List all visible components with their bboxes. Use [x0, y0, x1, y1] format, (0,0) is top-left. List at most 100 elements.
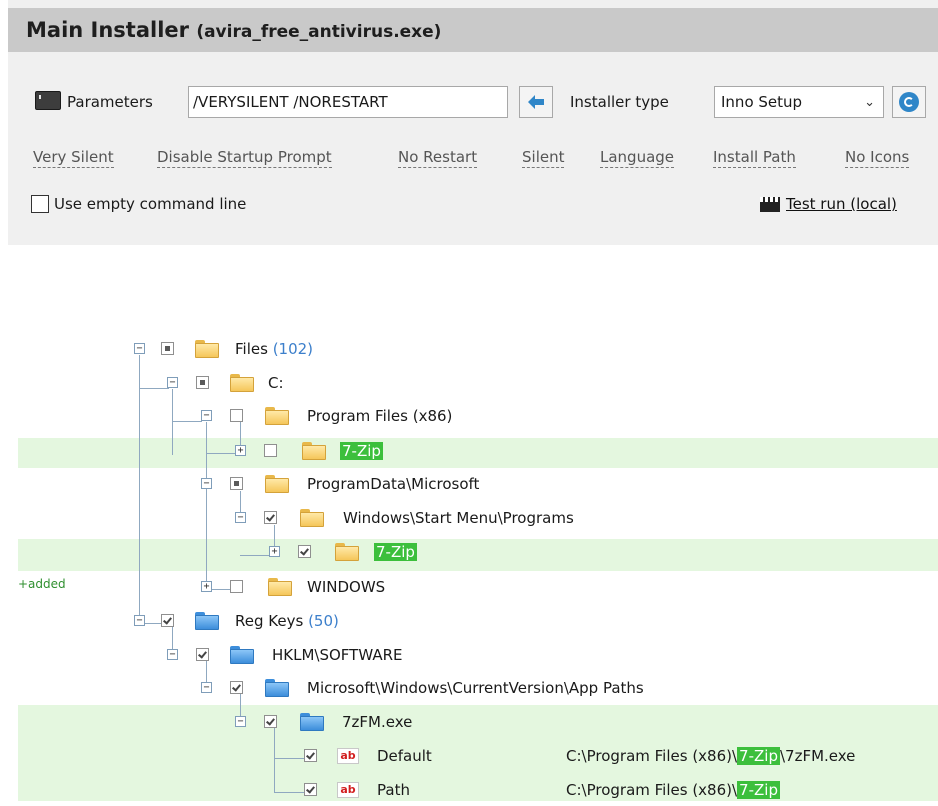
empty-command-checkbox[interactable]	[31, 195, 49, 213]
folder-open-icon	[195, 340, 219, 358]
tree-node-windows[interactable]: + WINDOWS	[0, 575, 938, 603]
parameters-label: Parameters	[67, 93, 153, 111]
preset-silent[interactable]: Silent	[522, 147, 565, 168]
tree-node-program-files[interactable]: − Program Files (x86)	[0, 404, 938, 432]
expand-icon[interactable]: +	[269, 546, 280, 557]
node-checkbox[interactable]	[230, 580, 243, 593]
tree-node-c-drive[interactable]: − C:	[0, 371, 938, 399]
installer-title: Main Installer	[26, 18, 189, 42]
node-checkbox[interactable]	[304, 749, 317, 762]
clapperboard-icon	[760, 197, 780, 212]
parameters-input[interactable]	[188, 86, 508, 118]
tree-node-hklm[interactable]: − HKLM\SOFTWARE	[0, 643, 938, 671]
preset-install-path[interactable]: Install Path	[713, 147, 796, 168]
node-checkbox[interactable]	[264, 511, 277, 524]
empty-command-label: Use empty command line	[54, 195, 247, 213]
node-checkbox[interactable]	[264, 715, 277, 728]
folder-icon	[302, 442, 326, 460]
value-data: C:\Program Files (x86)\ 7-Zip \7zFM.exe	[566, 747, 856, 765]
folder-open-icon	[195, 612, 219, 630]
node-checkbox[interactable]	[196, 648, 209, 661]
expand-icon[interactable]: +	[201, 581, 212, 592]
node-label: HKLM\SOFTWARE	[272, 646, 403, 664]
collapse-icon[interactable]: −	[201, 682, 212, 693]
node-label: WINDOWS	[307, 578, 386, 596]
tree-node-files[interactable]: − Files (102)	[0, 337, 938, 365]
chevron-down-icon: ⌄	[864, 95, 875, 110]
node-checkbox[interactable]	[264, 444, 277, 457]
tree-node-default-value[interactable]: ab Default C:\Program Files (x86)\ 7-Zip \…	[0, 744, 938, 772]
terminal-icon	[35, 91, 61, 110]
tree-node-programdata[interactable]: − ProgramData\Microsoft	[0, 472, 938, 500]
value-data: C:\Program Files (x86)\ 7-Zip	[566, 781, 780, 799]
node-label: Reg Keys (50)	[235, 612, 339, 630]
installer-filename: (avira_free_antivirus.exe)	[196, 22, 442, 42]
tree-node-app-paths[interactable]: − Microsoft\Windows\CurrentVersion\App P…	[0, 676, 938, 704]
folder-open-icon	[300, 713, 324, 731]
parameters-row: Parameters Installer type Inno Setup ⌄	[8, 86, 938, 120]
collapse-icon[interactable]: −	[134, 615, 145, 626]
node-label: ProgramData\Microsoft	[307, 475, 480, 493]
preset-disable-startup-prompt[interactable]: Disable Startup Prompt	[157, 147, 332, 168]
string-value-icon: ab	[337, 748, 359, 764]
folder-open-icon	[230, 646, 254, 664]
collapse-icon[interactable]: −	[201, 478, 212, 489]
folder-icon	[335, 543, 359, 561]
node-label: 7-Zip	[374, 543, 417, 561]
node-checkbox[interactable]	[161, 342, 174, 355]
panel-header: Main Installer (avira_free_antivirus.exe…	[8, 8, 938, 52]
installer-type-label: Installer type	[570, 93, 669, 111]
string-value-icon: ab	[337, 782, 359, 798]
node-label: Microsoft\Windows\CurrentVersion\App Pat…	[307, 679, 644, 697]
folder-open-icon	[265, 407, 289, 425]
arrow-left-icon	[528, 95, 544, 109]
node-checkbox[interactable]	[298, 545, 311, 558]
installer-type-select[interactable]: Inno Setup ⌄	[714, 86, 884, 118]
node-label: Program Files (x86)	[307, 407, 453, 425]
installer-type-value: Inno Setup	[721, 93, 803, 111]
collapse-icon[interactable]: −	[235, 512, 246, 523]
node-checkbox[interactable]	[230, 681, 243, 694]
node-checkbox[interactable]	[196, 376, 209, 389]
value-name: Default	[377, 747, 432, 765]
node-label: Windows\Start Menu\Programs	[343, 509, 574, 527]
value-name: Path	[377, 781, 410, 799]
folder-open-icon	[265, 679, 289, 697]
preset-very-silent[interactable]: Very Silent	[33, 147, 114, 168]
folder-open-icon	[230, 374, 254, 392]
test-run-link[interactable]: Test run (local)	[786, 195, 897, 213]
collapse-icon[interactable]: −	[167, 649, 178, 660]
node-checkbox[interactable]	[161, 614, 174, 627]
node-label: C:	[268, 374, 284, 392]
refresh-button[interactable]	[892, 86, 926, 118]
collapse-icon[interactable]: −	[167, 377, 178, 388]
folder-icon	[268, 578, 292, 596]
preset-language[interactable]: Language	[600, 147, 675, 168]
insert-param-button[interactable]	[519, 86, 553, 118]
tree-node-path-value[interactable]: ab Path C:\Program Files (x86)\ 7-Zip	[0, 778, 938, 806]
node-label: 7zFM.exe	[342, 713, 413, 731]
folder-open-icon	[265, 475, 289, 493]
expand-icon[interactable]: +	[235, 445, 246, 456]
options-row: Use empty command line Test run (local)	[8, 195, 938, 221]
tree-node-7zfm[interactable]: − 7zFM.exe	[0, 710, 938, 738]
node-label: 7-Zip	[340, 442, 383, 460]
preset-links: Very Silent Disable Startup Prompt No Re…	[8, 147, 938, 171]
preset-no-restart[interactable]: No Restart	[398, 147, 478, 168]
node-checkbox[interactable]	[230, 409, 243, 422]
collapse-icon[interactable]: −	[134, 343, 145, 354]
collapse-icon[interactable]: −	[201, 410, 212, 421]
node-checkbox[interactable]	[304, 783, 317, 796]
folder-open-icon	[300, 509, 324, 527]
installer-panel: Main Installer (avira_free_antivirus.exe…	[8, 0, 938, 245]
refresh-icon	[899, 92, 919, 112]
preset-no-icons[interactable]: No Icons	[845, 147, 910, 168]
tree-node-7zip-files[interactable]: + 7-Zip	[0, 439, 938, 467]
node-checkbox[interactable]	[230, 477, 243, 490]
collapse-icon[interactable]: −	[235, 716, 246, 727]
tree-node-reg-keys[interactable]: − Reg Keys (50)	[0, 609, 938, 637]
node-label: Files (102)	[235, 340, 314, 358]
tree-node-7zip-startmenu[interactable]: + 7-Zip	[0, 540, 938, 568]
tree-node-start-menu[interactable]: − Windows\Start Menu\Programs	[0, 506, 938, 534]
panel-title: Main Installer (avira_free_antivirus.exe…	[26, 18, 441, 42]
